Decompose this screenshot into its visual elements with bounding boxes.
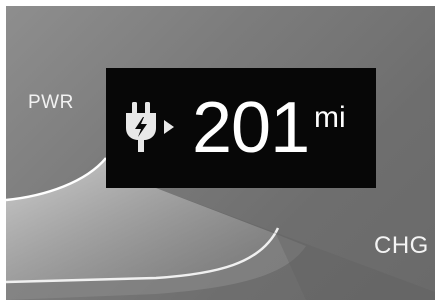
power-label: PWR	[28, 92, 74, 113]
range-readout: 201 mi	[106, 68, 376, 188]
range-value: 201	[192, 88, 310, 168]
range-unit: mi	[314, 101, 346, 134]
display-frame: PWR CHG 201 mi	[0, 0, 441, 306]
power-meter-display: PWR CHG 201 mi	[6, 6, 435, 300]
ev-charge-plug-icon	[126, 102, 174, 152]
charge-label: CHG	[374, 232, 429, 259]
